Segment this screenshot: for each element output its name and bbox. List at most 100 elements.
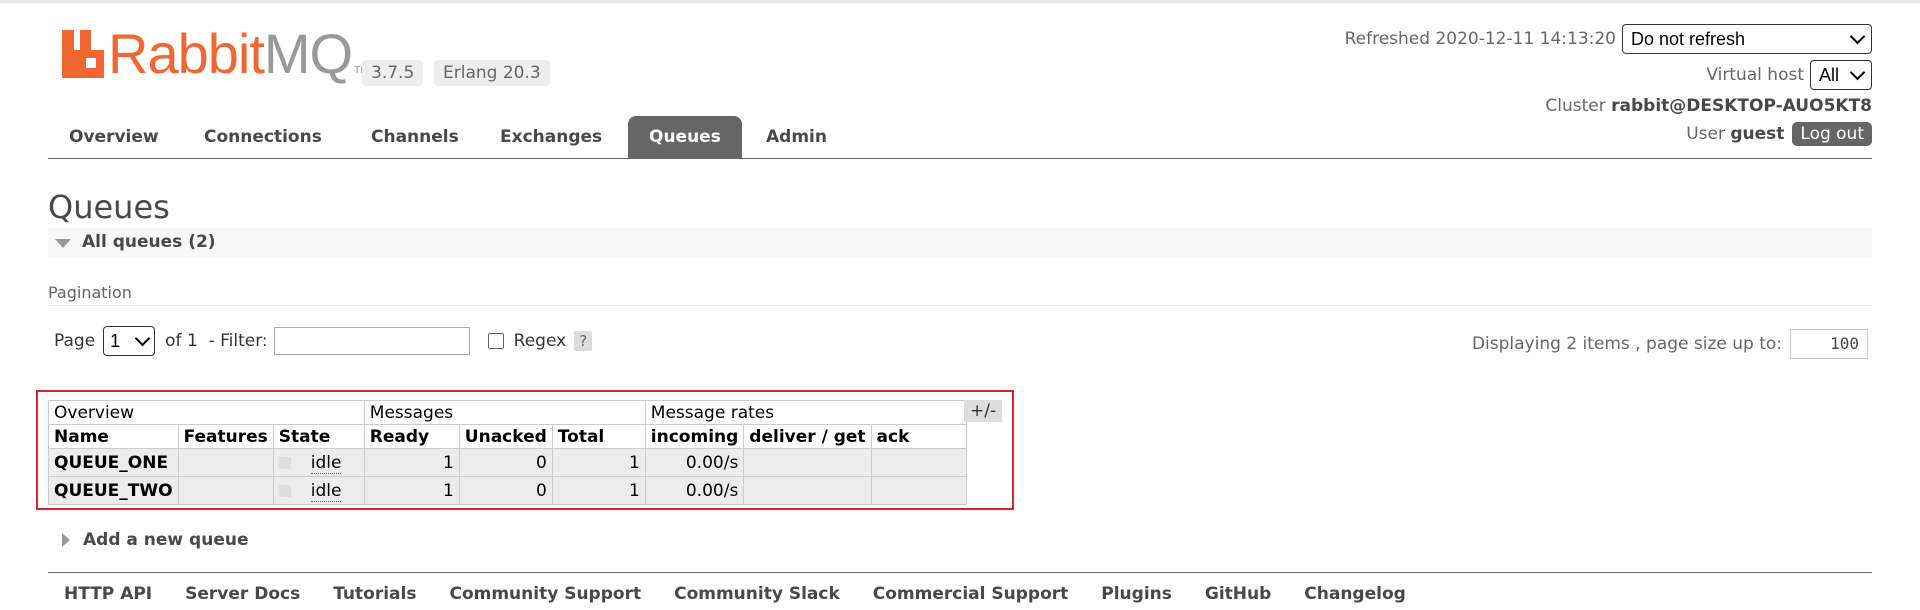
footer-link-community-support[interactable]: Community Support xyxy=(449,584,641,604)
queue-state: idle xyxy=(272,448,365,477)
page-title: Queues xyxy=(48,188,170,226)
queue-state: idle xyxy=(272,476,365,505)
version-badge: 3.7.5 xyxy=(362,60,424,86)
footer-link-http-api[interactable]: HTTP API xyxy=(64,584,152,604)
virtual-host-value: All xyxy=(1819,64,1840,85)
erlang-version-badge: Erlang 20.3 xyxy=(434,60,550,86)
refresh-interval-value: Do not refresh xyxy=(1631,28,1746,49)
tab-queues[interactable]: Queues xyxy=(628,116,742,158)
col-features[interactable]: Features xyxy=(177,424,274,449)
page-label: Page xyxy=(54,331,96,351)
chevron-down-icon xyxy=(134,330,151,347)
virtual-host-label: Virtual host xyxy=(1706,65,1804,85)
page-select-value: 1 xyxy=(110,330,121,351)
footer-link-server-docs[interactable]: Server Docs xyxy=(185,584,300,604)
state-indicator-icon xyxy=(278,484,291,497)
footer-link-plugins[interactable]: Plugins xyxy=(1101,584,1172,604)
messages-total: 1 xyxy=(551,448,646,477)
tab-exchanges[interactable]: Exchanges xyxy=(479,116,623,158)
col-deliver-get[interactable]: deliver / get xyxy=(743,424,872,449)
rate-deliver-get xyxy=(743,448,872,477)
refreshed-label: Refreshed 2020-12-11 14:13:20 xyxy=(1344,29,1616,49)
logo-text-rabbit: Rabbit xyxy=(108,22,265,85)
footer-links: HTTP API Server Docs Tutorials Community… xyxy=(64,584,1439,604)
col-incoming[interactable]: incoming xyxy=(644,424,745,449)
column-header-row: Name Features State Ready Unacked Total … xyxy=(48,424,967,449)
rate-incoming: 0.00/s xyxy=(644,476,745,505)
col-state[interactable]: State xyxy=(272,424,365,449)
rate-ack xyxy=(870,476,967,505)
filter-input[interactable] xyxy=(273,327,470,355)
messages-total: 1 xyxy=(551,476,646,505)
footer-link-commercial-support[interactable]: Commercial Support xyxy=(873,584,1069,604)
queue-features xyxy=(177,448,274,477)
display-label: Displaying 2 items , page size up to: xyxy=(1471,334,1782,354)
chevron-down-icon xyxy=(1849,28,1866,45)
chevron-down-icon xyxy=(1849,64,1866,81)
pagination-divider xyxy=(48,305,1872,306)
state-indicator-icon xyxy=(278,456,291,469)
tab-channels[interactable]: Channels xyxy=(350,116,480,158)
tab-admin[interactable]: Admin xyxy=(745,116,848,158)
refresh-interval-select[interactable]: Do not refresh xyxy=(1622,24,1872,54)
cluster-row: Cluster rabbit@DESKTOP-AUO5KT8 xyxy=(1545,96,1872,116)
tab-connections[interactable]: Connections xyxy=(183,116,343,158)
regex-help-button[interactable]: ? xyxy=(574,331,593,351)
footer-link-tutorials[interactable]: Tutorials xyxy=(333,584,416,604)
page-count: of 1 xyxy=(165,331,198,351)
rate-deliver-get xyxy=(743,476,872,505)
col-ready[interactable]: Ready xyxy=(363,424,460,449)
tab-overview[interactable]: Overview xyxy=(48,116,180,158)
group-header-overview: Overview xyxy=(48,400,365,425)
add-queue-label: Add a new queue xyxy=(83,530,249,550)
messages-unacked: 0 xyxy=(458,448,553,477)
logo-text-mq: MQ xyxy=(263,22,353,85)
section-label: All queues (2) xyxy=(82,232,216,252)
messages-ready: 1 xyxy=(363,476,460,505)
footer-link-changelog[interactable]: Changelog xyxy=(1304,584,1406,604)
table-row: QUEUE_ONE idle 1 0 1 0.00/s xyxy=(48,448,967,477)
all-queues-section-toggle[interactable]: All queues (2) xyxy=(48,228,1872,258)
queue-name-link[interactable]: QUEUE_ONE xyxy=(48,448,179,477)
rate-incoming: 0.00/s xyxy=(644,448,745,477)
queues-table: Overview Messages Message rates Name Fea… xyxy=(48,400,967,505)
top-border xyxy=(0,0,1920,3)
cluster-label: Cluster xyxy=(1545,96,1606,116)
footer-divider xyxy=(48,572,1872,573)
group-header-messages: Messages xyxy=(363,400,646,425)
footer-link-github[interactable]: GitHub xyxy=(1205,584,1271,604)
refresh-status: Refreshed 2020-12-11 14:13:20 Do not ref… xyxy=(1345,24,1872,54)
regex-label: Regex xyxy=(513,331,567,351)
state-label: idle xyxy=(310,480,342,502)
virtual-host-select[interactable]: All xyxy=(1810,60,1872,90)
page-size-input[interactable]: 100 xyxy=(1790,329,1868,359)
col-ack[interactable]: ack xyxy=(870,424,967,449)
messages-ready: 1 xyxy=(363,448,460,477)
messages-unacked: 0 xyxy=(458,476,553,505)
expand-triangle-icon xyxy=(62,533,70,547)
column-toggle-button[interactable]: +/- xyxy=(964,400,1003,422)
add-queue-toggle[interactable]: Add a new queue xyxy=(48,530,249,550)
rate-ack xyxy=(870,448,967,477)
footer-link-community-slack[interactable]: Community Slack xyxy=(674,584,840,604)
collapse-triangle-icon xyxy=(55,239,71,248)
filter-label: - Filter: xyxy=(208,331,268,351)
col-name[interactable]: Name xyxy=(48,424,179,449)
queue-features xyxy=(177,476,274,505)
col-unacked[interactable]: Unacked xyxy=(458,424,553,449)
virtual-host-row: Virtual host All xyxy=(1706,60,1872,90)
regex-checkbox[interactable] xyxy=(487,333,504,349)
cluster-name: rabbit@DESKTOP-AUO5KT8 xyxy=(1611,96,1872,116)
rabbitmq-logo[interactable]: Rabbit MQ TM xyxy=(62,22,369,85)
col-total[interactable]: Total xyxy=(551,424,646,449)
group-header-row: Overview Messages Message rates xyxy=(48,400,967,425)
rabbitmq-logo-icon xyxy=(62,30,104,78)
pagination-label: Pagination xyxy=(48,283,132,302)
table-row: QUEUE_TWO idle 1 0 1 0.00/s xyxy=(48,476,967,505)
display-count: Displaying 2 items , page size up to: 10… xyxy=(1472,329,1868,359)
state-label: idle xyxy=(310,452,342,474)
queue-name-link[interactable]: QUEUE_TWO xyxy=(48,476,179,505)
page-select[interactable]: 1 xyxy=(103,326,156,356)
group-header-message-rates: Message rates xyxy=(644,400,967,425)
pagination-controls: Page 1 of 1 - Filter: Regex ? xyxy=(54,326,593,356)
